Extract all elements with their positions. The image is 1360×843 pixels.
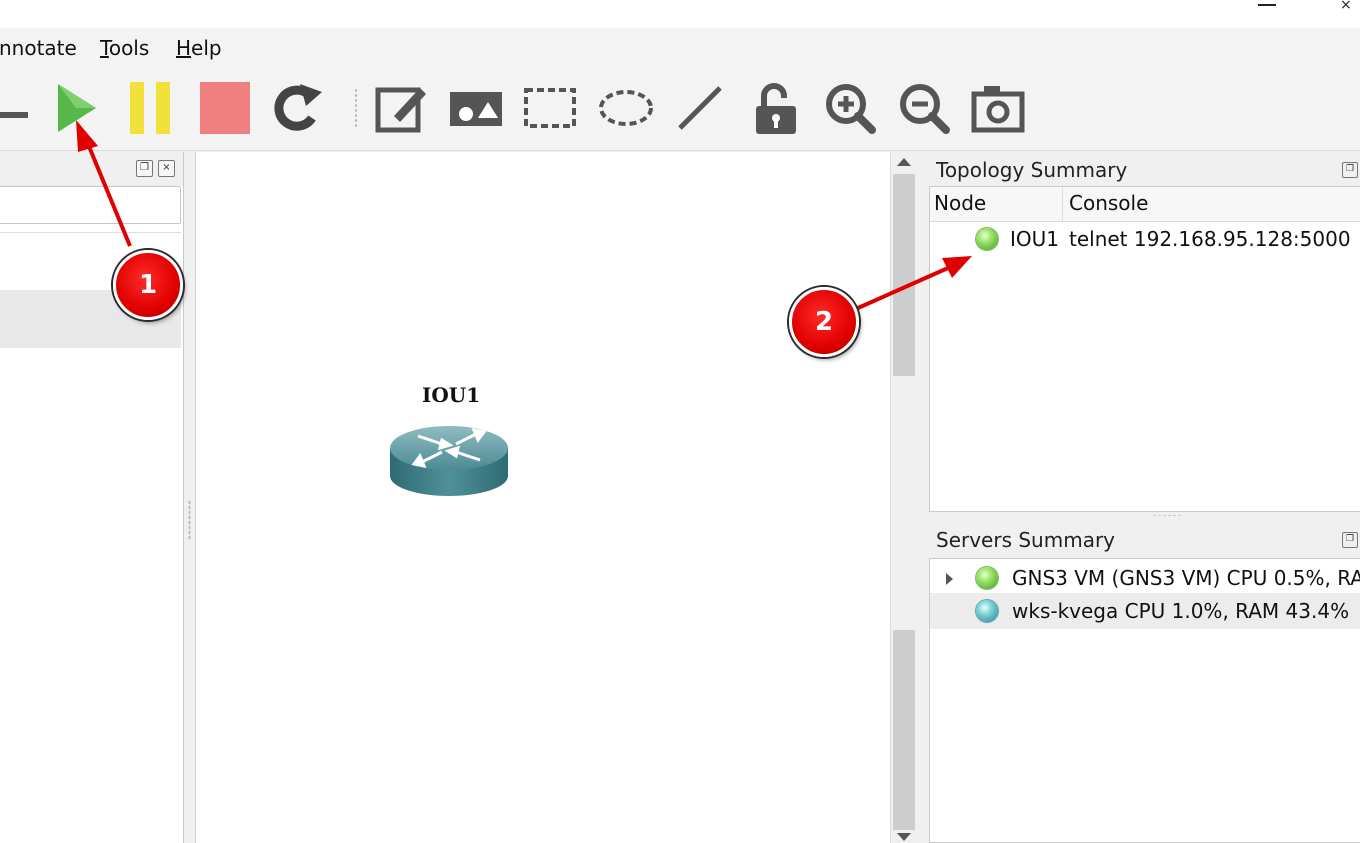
zoom-out-button[interactable]: [896, 80, 952, 136]
zoom-in-icon: [826, 84, 876, 134]
draw-ellipse-icon: [599, 90, 653, 126]
add-note-button[interactable]: [374, 80, 430, 136]
menu-help-label: elp: [191, 36, 222, 60]
start-icon: [58, 84, 96, 132]
menu-tools-label: ools: [108, 36, 150, 60]
dock-float-icon[interactable]: ❐: [136, 160, 153, 177]
draw-line-icon: [678, 86, 722, 130]
reload-button[interactable]: [270, 80, 326, 136]
topology-row-console: telnet 192.168.95.128:5000: [1069, 227, 1351, 251]
gns3-main-window: × nnotate Tools Help ❐ × IOU1 Topology S…: [0, 0, 1360, 843]
main-toolbar: [0, 66, 1360, 151]
window-title-strip: ×: [0, 0, 1360, 28]
node-status-icon: [976, 228, 998, 250]
dock-float-icon[interactable]: ❐: [1342, 162, 1358, 178]
router-icon[interactable]: [386, 414, 512, 500]
server-row-text: wks-kvega CPU 1.0%, RAM 43.4%: [1012, 599, 1350, 623]
dock-close-icon[interactable]: ×: [158, 160, 175, 177]
screenshot-button[interactable]: [970, 80, 1026, 136]
menu-tools-mnemonic: T: [100, 36, 109, 60]
column-header-console[interactable]: Console: [1069, 191, 1148, 215]
lock-unlock-button[interactable]: [748, 80, 804, 136]
dock-splitter-handle[interactable]: [1152, 514, 1182, 517]
suspend-button[interactable]: [122, 80, 178, 136]
topology-row-node: IOU1: [1010, 227, 1060, 251]
server-row-text: GNS3 VM (GNS3 VM) CPU 0.5%, RA: [1012, 566, 1360, 590]
dock-float-icon[interactable]: ❐: [1342, 532, 1358, 548]
draw-line-button[interactable]: [672, 80, 728, 136]
add-note-icon: [375, 87, 426, 133]
dock-divider: [0, 232, 181, 233]
menu-help[interactable]: Help: [176, 36, 222, 60]
column-divider[interactable]: [1062, 187, 1063, 221]
server-status-icon: [976, 567, 998, 589]
toolbar-grip[interactable]: [354, 88, 358, 128]
reload-icon: [274, 84, 322, 131]
server-row[interactable]: wks-kvega CPU 1.0%, RAM 43.4%: [930, 593, 1360, 629]
scrollbar-track-lower[interactable]: [893, 630, 915, 830]
stop-button[interactable]: [196, 80, 252, 136]
draw-rectangle-button[interactable]: [522, 80, 578, 136]
canvas-vertical-scrollbar[interactable]: [890, 152, 917, 843]
topology-summary-tree[interactable]: Node Console IOU1 telnet 192.168.95.128:…: [929, 186, 1360, 512]
dock-splitter-handle[interactable]: [188, 500, 191, 540]
expand-arrow-icon[interactable]: [946, 573, 953, 585]
pause-icon: [130, 82, 170, 134]
zoom-in-button[interactable]: [822, 80, 878, 136]
menu-bar: nnotate Tools Help: [0, 28, 1360, 66]
callout-badge-2: 2: [789, 287, 859, 357]
callout-badge-1: 1: [113, 250, 183, 320]
start-button[interactable]: [48, 80, 104, 136]
device-filter-input[interactable]: [0, 186, 181, 224]
menu-help-mnemonic: H: [176, 36, 192, 60]
draw-rectangle-icon: [524, 88, 576, 128]
topology-summary-header: Node Console: [930, 187, 1360, 222]
scrollbar-thumb[interactable]: [893, 174, 915, 376]
menu-annotate[interactable]: nnotate: [0, 36, 77, 60]
column-header-node[interactable]: Node: [934, 191, 986, 215]
unlock-icon: [756, 83, 796, 134]
partial-toolbar-icon[interactable]: [0, 112, 28, 118]
node-label[interactable]: IOU1: [422, 383, 480, 407]
topology-canvas[interactable]: IOU1: [195, 152, 891, 843]
screenshot-icon: [971, 86, 1025, 133]
scroll-down-icon[interactable]: [897, 833, 911, 841]
topology-summary-dock: Topology Summary ❐ Node Console IOU1 tel…: [922, 152, 1360, 512]
servers-summary-dock: Servers Summary ❐ GNS3 VM (GNS3 VM) CPU …: [922, 514, 1360, 843]
minimize-icon[interactable]: [1258, 4, 1276, 6]
servers-summary-title: Servers Summary: [936, 528, 1116, 552]
insert-picture-button[interactable]: [448, 80, 504, 136]
stop-icon: [200, 82, 250, 134]
menu-annotate-label: nnotate: [0, 36, 77, 60]
scroll-up-icon[interactable]: [897, 158, 911, 166]
devices-dock-titlebar: ❐ ×: [0, 152, 183, 186]
close-icon[interactable]: ×: [1340, 0, 1352, 12]
servers-summary-list[interactable]: GNS3 VM (GNS3 VM) CPU 0.5%, RA wks-kvega…: [929, 558, 1360, 843]
menu-tools[interactable]: Tools: [100, 36, 149, 60]
zoom-out-icon: [900, 84, 950, 134]
insert-picture-icon: [450, 92, 502, 126]
server-status-icon: [976, 600, 998, 622]
draw-ellipse-button[interactable]: [598, 80, 654, 136]
topology-summary-title: Topology Summary: [936, 158, 1128, 182]
